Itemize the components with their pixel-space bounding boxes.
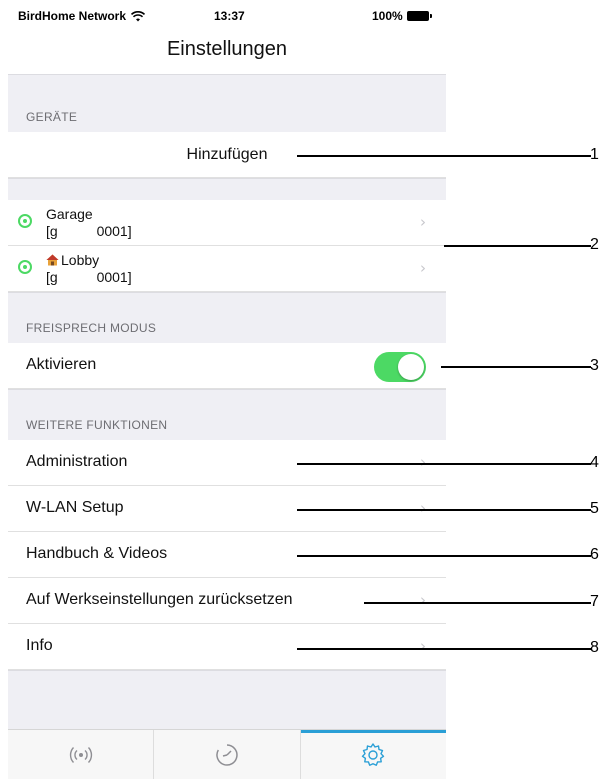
callout-number: 6 — [590, 546, 599, 563]
callout-number: 4 — [590, 454, 599, 471]
device-id: [g 0001] — [46, 269, 132, 285]
callout-line-7 — [364, 602, 591, 604]
devices-section-gap — [8, 74, 446, 133]
clock: 13:37 — [214, 9, 245, 23]
bottom-gap — [8, 670, 446, 729]
menu-item-info[interactable]: Info › — [8, 624, 446, 670]
callout-line-2 — [444, 245, 591, 247]
battery-icon — [406, 11, 432, 21]
device-name-group: Lobby — [46, 252, 99, 268]
callout-number: 1 — [590, 146, 599, 163]
menu-item-factory-reset[interactable]: Auf Werkseinstellungen zurücksetzen › — [8, 578, 446, 624]
device-row-garage[interactable]: Garage [g 0001] › — [8, 200, 446, 246]
callout-line-8 — [297, 648, 591, 650]
callout-number: 7 — [590, 593, 599, 610]
activate-row: Aktivieren — [8, 343, 446, 389]
navigation-bar: Einstellungen — [8, 30, 446, 75]
device-selected-radio[interactable] — [18, 260, 32, 274]
broadcast-icon — [69, 746, 92, 763]
callout-line-1 — [297, 155, 591, 157]
more-section-gap — [8, 389, 446, 441]
page-title: Einstellungen — [166, 38, 288, 60]
menu-item-label: Info — [26, 637, 53, 654]
history-clock-icon — [216, 743, 238, 766]
tab-bar — [8, 729, 447, 779]
wifi-icon — [131, 10, 146, 21]
callout-number: 2 — [590, 236, 599, 253]
chevron-right-icon: › — [420, 453, 426, 471]
tab-history[interactable] — [154, 730, 301, 779]
carrier-group: BirdHome Network — [18, 9, 146, 23]
chevron-right-icon: › — [420, 591, 426, 609]
callout-number: 5 — [590, 500, 599, 517]
callout-line-4 — [297, 463, 591, 465]
menu-item-label: Handbuch & Videos — [26, 545, 168, 562]
handsfree-toggle[interactable] — [374, 352, 426, 382]
callout-line-6 — [297, 555, 591, 557]
toggle-knob — [398, 354, 424, 380]
menu-item-label: Auf Werkseinstellungen zurücksetzen — [26, 591, 293, 608]
chevron-right-icon: › — [420, 213, 426, 231]
chevron-right-icon: › — [420, 637, 426, 655]
handsfree-section-header: FREISPRECH MODUS — [26, 321, 157, 335]
tab-settings[interactable] — [300, 730, 447, 779]
battery-group: 100% — [372, 9, 432, 23]
callout-number: 3 — [590, 357, 599, 374]
house-icon — [46, 254, 59, 266]
device-id: [g 0001] — [46, 223, 132, 239]
callout-line-3 — [441, 366, 591, 368]
chevron-right-icon: › — [420, 259, 426, 277]
callout-line-5 — [297, 509, 591, 511]
more-section-header: WEITERE FUNKTIONEN — [26, 418, 168, 432]
device-selected-radio[interactable] — [18, 214, 32, 228]
device-row-lobby[interactable]: Lobby [g 0001] › — [8, 246, 446, 292]
status-bar: BirdHome Network 13:37 100% — [8, 0, 446, 30]
activate-label: Aktivieren — [26, 356, 97, 373]
handsfree-section-gap — [8, 292, 446, 344]
devices-section-header: GERÄTE — [26, 110, 78, 124]
settings-gear-icon — [362, 742, 385, 766]
chevron-right-icon: › — [420, 499, 426, 517]
menu-item-label: Administration — [26, 453, 128, 470]
tab-live[interactable] — [8, 730, 155, 779]
phone-screen: BirdHome Network 13:37 100% Einstellunge… — [8, 0, 447, 779]
battery-percent: 100% — [372, 9, 403, 23]
device-list-gap — [8, 178, 446, 201]
menu-item-label: W-LAN Setup — [26, 499, 124, 516]
callout-number: 8 — [590, 639, 599, 656]
carrier-label: BirdHome Network — [18, 9, 127, 23]
device-name: Garage — [46, 206, 93, 222]
device-name: Lobby — [61, 252, 100, 268]
